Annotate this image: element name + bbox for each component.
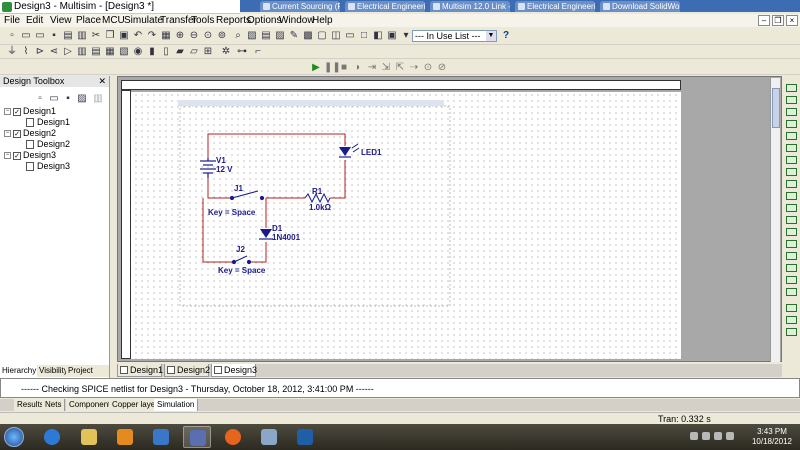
wattmeter-icon[interactable] — [786, 108, 797, 116]
current-probe-icon[interactable] — [786, 328, 797, 336]
taskbar-app[interactable] — [147, 426, 175, 448]
taskbar-firefox[interactable] — [219, 426, 247, 448]
j1-ref-label: J1 — [234, 184, 243, 193]
volume-icon[interactable] — [714, 432, 722, 440]
multimeter-icon[interactable] — [786, 84, 797, 92]
wire — [250, 242, 267, 263]
oscilloscope-icon[interactable] — [786, 120, 797, 128]
app-icon — [297, 429, 313, 445]
multisim-icon — [190, 430, 206, 446]
firefox-icon — [225, 429, 241, 445]
led1-ref-label: LED1 — [361, 148, 382, 157]
action-center-icon[interactable] — [726, 432, 734, 440]
d1-ref-label: D1 — [272, 224, 283, 233]
measurement-probe-icon[interactable] — [786, 304, 797, 312]
agilent-oscilloscope-icon[interactable] — [786, 276, 797, 284]
led-arrow — [351, 143, 359, 149]
selection-header — [178, 100, 444, 106]
led1-symbol[interactable] — [339, 143, 360, 158]
clock-date: 10/18/2012 — [751, 437, 793, 446]
schematic-icon — [120, 366, 128, 374]
design-tabs: Design1 * Design2 * Design3 * — [117, 364, 782, 388]
switch-lever — [233, 255, 248, 263]
tab-simulation[interactable]: Simulation — [154, 399, 199, 411]
four-channel-oscilloscope-icon[interactable] — [786, 132, 797, 140]
media-player-icon — [117, 429, 133, 445]
clock-time: 3:43 PM — [757, 427, 787, 436]
function-generator-icon[interactable] — [786, 96, 797, 104]
j2-ref-label: J2 — [236, 245, 245, 254]
network-analyzer-icon[interactable] — [786, 240, 797, 248]
start-button[interactable] — [4, 427, 24, 447]
labview-instrument-icon[interactable] — [786, 316, 797, 324]
frequency-counter-icon[interactable] — [786, 156, 797, 164]
v1-value-label: 12 V — [216, 165, 233, 174]
tab-design1[interactable]: Design1 * — [117, 364, 163, 388]
r1-ref-label: R1 — [312, 187, 323, 196]
j2-key-label: Key = Space — [218, 266, 266, 275]
tab-design3[interactable]: Design3 * — [211, 364, 257, 388]
schematic-icon — [214, 366, 222, 374]
scrollbar-thumb[interactable] — [772, 88, 780, 128]
tektronix-oscilloscope-icon[interactable] — [786, 288, 797, 296]
led-triangle — [339, 147, 351, 156]
folder-icon — [81, 429, 97, 445]
taskbar-multisim[interactable] — [183, 426, 211, 448]
network-icon[interactable] — [702, 432, 710, 440]
wire — [330, 160, 346, 199]
internet-explorer-icon — [44, 429, 60, 445]
switch-j2[interactable] — [231, 255, 252, 265]
switch-contact — [259, 195, 265, 201]
calculator-icon — [261, 429, 277, 445]
diode-triangle — [260, 229, 272, 238]
spectrum-analyzer-icon[interactable] — [786, 228, 797, 236]
wire — [207, 133, 346, 158]
diode-d1[interactable] — [259, 229, 273, 240]
d1-value-label: 1N4001 — [272, 233, 301, 242]
led-arrow — [352, 147, 360, 153]
app-icon — [153, 429, 169, 445]
output-tabs: Results Nets Components Copper layers Si… — [0, 399, 800, 411]
spreadsheet-view[interactable]: ------ Checking SPICE netlist for Design… — [0, 378, 800, 398]
taskbar-explorer[interactable] — [75, 426, 103, 448]
taskbar-calculator[interactable] — [255, 426, 283, 448]
logic-converter-icon[interactable] — [786, 192, 797, 200]
v1-ref-label: V1 — [216, 156, 226, 165]
taskbar-ie[interactable] — [38, 426, 66, 448]
taskbar-media[interactable] — [111, 426, 139, 448]
bode-plotter-icon[interactable] — [786, 144, 797, 152]
agilent-generator-icon[interactable] — [786, 252, 797, 260]
netlist-message: ------ Checking SPICE netlist for Design… — [21, 384, 374, 394]
transient-time: Tran: 0.332 s — [658, 414, 711, 424]
iv-analyzer-icon[interactable] — [786, 204, 797, 212]
schematic-icon — [167, 366, 175, 374]
battery-v1[interactable] — [200, 158, 216, 178]
taskbar-app[interactable] — [291, 426, 319, 448]
instruments-toolbar — [783, 76, 800, 376]
tab-nets[interactable]: Nets — [42, 399, 66, 411]
agilent-multimeter-icon[interactable] — [786, 264, 797, 272]
status-bar: Tran: 0.332 s — [0, 412, 800, 424]
r1-value-label: 1.0kΩ — [309, 203, 332, 212]
logic-analyzer-icon[interactable] — [786, 180, 797, 188]
j1-key-label: Key = Space — [208, 208, 256, 217]
switch-contact — [246, 259, 252, 265]
word-generator-icon[interactable] — [786, 168, 797, 176]
taskbar-clock[interactable]: 3:43 PM 10/18/2012 — [747, 427, 797, 447]
windows-taskbar: 3:43 PM 10/18/2012 — [0, 424, 800, 450]
wires — [202, 133, 346, 263]
tab-design2[interactable]: Design2 * — [164, 364, 210, 388]
wire — [207, 178, 230, 199]
workspace-vertical-scrollbar[interactable] — [770, 78, 780, 362]
distortion-analyzer-icon[interactable] — [786, 216, 797, 224]
tray-icon[interactable] — [690, 432, 698, 440]
